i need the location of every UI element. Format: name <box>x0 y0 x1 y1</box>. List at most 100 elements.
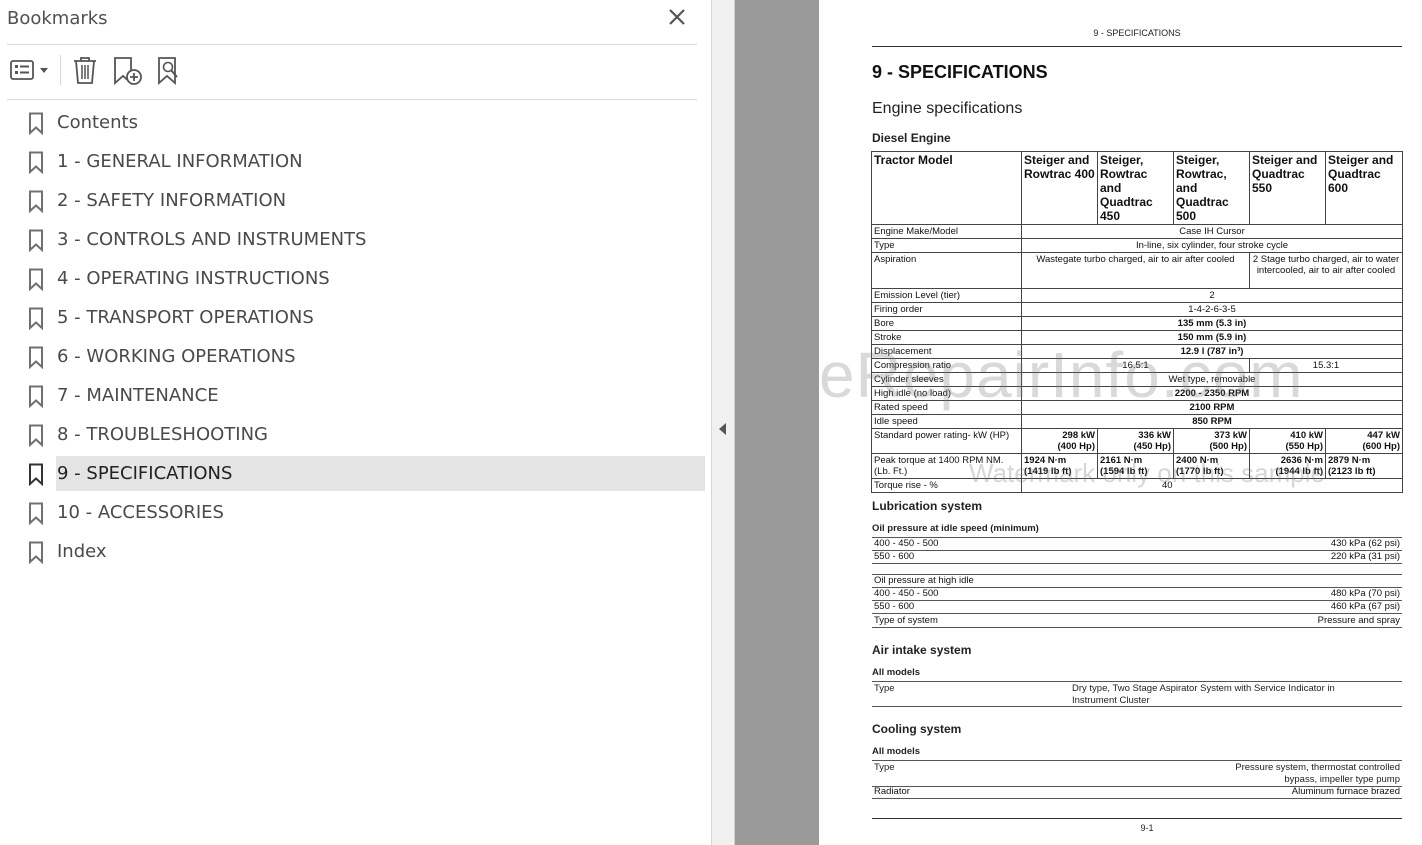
header-cell: Steiger and Quadtrac 550 <box>1249 151 1326 225</box>
spec-value: 480 kPa (70 psi) <box>1330 588 1400 599</box>
cooling-type-value: Pressure system, thermostat controlled by… <box>1119 762 1400 786</box>
bookmark-item[interactable]: Index <box>22 534 705 569</box>
bookmark-label: Contents <box>57 112 138 133</box>
bookmark-item[interactable]: Contents <box>22 105 705 140</box>
table-row: Type In-line, six cylinder, four stroke c… <box>871 238 1403 253</box>
torque-lbft: (2123 lb ft) <box>1328 466 1376 477</box>
section-title: Engine specifications <box>872 100 1023 117</box>
bookmark-item[interactable]: 5 - TRANSPORT OPERATIONS <box>22 300 705 335</box>
bookmark-label: 1 - GENERAL INFORMATION <box>57 151 303 172</box>
new-bookmark-icon[interactable] <box>111 55 145 87</box>
spec-key: Type of system <box>874 615 938 626</box>
power-hp: (400 Hp) <box>1057 441 1095 452</box>
row-label: Engine Make/Model <box>871 224 1022 239</box>
document-page[interactable]: 9 - SPECIFICATIONS 9 - SPECIFICATIONS En… <box>819 0 1422 845</box>
spec-key: 550 - 600 <box>874 551 915 562</box>
rule <box>872 681 1402 682</box>
row-label: Type <box>871 238 1022 253</box>
row-label: Emission Level (tier) <box>871 288 1022 303</box>
bookmarks-title: Bookmarks <box>7 8 108 29</box>
torque-nm: 2879 N·m <box>1328 455 1371 466</box>
bookmark-icon <box>29 502 43 525</box>
diesel-heading: Diesel Engine <box>872 131 951 145</box>
power-kw: 373 kW <box>1214 430 1247 441</box>
toolbar-separator <box>60 55 61 85</box>
bookmark-item[interactable]: 8 - TROUBLESHOOTING <box>22 417 705 452</box>
table-row: Idle speed 850 RPM <box>871 414 1403 429</box>
bookmark-icon <box>29 151 43 174</box>
spec-value: 430 kPa (62 psi) <box>1330 538 1400 549</box>
rule <box>872 706 1402 707</box>
row-value: In-line, six cylinder, four stroke cycle <box>1021 238 1403 253</box>
table-row: Bore 135 mm (5.3 in) <box>871 316 1403 331</box>
bookmarks-toolbar <box>7 45 697 100</box>
bookmark-label: 2 - SAFETY INFORMATION <box>57 190 287 211</box>
bookmark-label: 3 - CONTROLS AND INSTRUMENTS <box>57 229 367 250</box>
bookmark-item[interactable]: 1 - GENERAL INFORMATION <box>22 144 705 179</box>
row-value: 298 kW (400 Hp) <box>1021 428 1098 454</box>
table-row: Aspiration Wastegate turbo charged, air t… <box>871 252 1403 289</box>
spec-row: Oil pressure at high idle <box>872 575 1402 588</box>
air-type-line: Instrument Cluster <box>1072 695 1150 706</box>
options-menu-icon[interactable] <box>9 55 51 87</box>
row-label: Standard power rating- kW (HP) <box>871 428 1022 454</box>
bookmark-icon <box>29 346 43 369</box>
running-header: 9 - SPECIFICATIONS <box>1093 28 1181 38</box>
spec-value: 220 kPa (31 psi) <box>1330 551 1400 562</box>
bookmark-icon <box>29 307 43 330</box>
cooling-subtitle: All models <box>872 746 921 757</box>
diesel-engine-table: Tractor Model Steiger and Rowtrac 400 St… <box>871 151 1403 493</box>
row-value: 336 kW (450 Hp) <box>1097 428 1174 454</box>
header-cell: Steiger, Rowtrac and Quadtrac 450 <box>1097 151 1174 225</box>
table-row: Engine Make/Model Case IH Cursor <box>871 224 1403 239</box>
row-label: Idle speed <box>871 414 1022 429</box>
cooling-type-label: Type <box>874 762 895 773</box>
spec-key: 400 - 450 - 500 <box>874 588 939 599</box>
cooling-type-line: bypass, impeller type pump <box>1284 774 1400 785</box>
table-row: Emission Level (tier) 2 <box>871 288 1403 303</box>
bookmark-item[interactable]: 4 - OPERATING INSTRUCTIONS <box>22 261 705 296</box>
cooling-type-line: Pressure system, thermostat controlled <box>1235 762 1400 773</box>
bookmark-icon <box>29 229 43 252</box>
power-hp: (600 Hp) <box>1362 441 1400 452</box>
bookmark-label: 6 - WORKING OPERATIONS <box>57 346 296 367</box>
find-bookmark-icon[interactable] <box>155 55 185 87</box>
bookmark-item[interactable]: 10 - ACCESSORIES <box>22 495 705 530</box>
bookmark-item[interactable]: 9 - SPECIFICATIONS <box>22 456 705 491</box>
spec-key: Oil pressure at high idle <box>874 575 974 586</box>
bookmarks-panel: Bookmarks Contents 1 - GENERAL INFORMATI… <box>0 0 712 845</box>
bookmark-icon <box>29 424 43 447</box>
air-intake-title: Air intake system <box>872 643 972 657</box>
panel-splitter[interactable] <box>712 0 735 845</box>
spec-row: Type of system Pressure and spray <box>872 615 1402 628</box>
row-value: 2 Stage turbo charged, air to water inte… <box>1249 252 1403 289</box>
rule <box>872 760 1402 761</box>
spec-key: 400 - 450 - 500 <box>874 538 939 549</box>
bookmark-item[interactable]: 7 - MAINTENANCE <box>22 378 705 413</box>
header-cell: Steiger, Rowtrac, and Quadtrac 500 <box>1173 151 1250 225</box>
header-cell: Tractor Model <box>871 151 1022 225</box>
delete-bookmark-icon[interactable] <box>71 55 99 87</box>
bookmark-icon <box>29 190 43 213</box>
table-header-row: Tractor Model Steiger and Rowtrac 400 St… <box>871 151 1403 225</box>
row-label: Bore <box>871 316 1022 331</box>
spec-row: Radiator Aluminum furnace brazed <box>872 786 1402 799</box>
watermark: eRepairInfo.com <box>819 339 1304 411</box>
air-type-label: Type <box>874 683 895 694</box>
close-icon[interactable] <box>667 7 687 27</box>
collapse-arrow-icon[interactable] <box>719 423 726 435</box>
bookmark-item[interactable]: 3 - CONTROLS AND INSTRUMENTS <box>22 222 705 257</box>
bookmark-icon <box>29 463 43 486</box>
spec-row: 550 - 600 460 kPa (67 psi) <box>872 601 1402 614</box>
lubrication-title: Lubrication system <box>872 499 983 513</box>
power-kw: 410 kW <box>1290 430 1323 441</box>
bookmark-item[interactable]: 6 - WORKING OPERATIONS <box>22 339 705 374</box>
cooling-title: Cooling system <box>872 722 962 736</box>
bookmark-item[interactable]: 2 - SAFETY INFORMATION <box>22 183 705 218</box>
row-value: 135 mm (5.3 in) <box>1021 316 1403 331</box>
bookmark-label: 7 - MAINTENANCE <box>57 385 219 406</box>
spec-key: 550 - 600 <box>874 601 915 612</box>
row-value: Case IH Cursor <box>1021 224 1403 239</box>
power-kw: 298 kW <box>1062 430 1095 441</box>
bookmark-label: 4 - OPERATING INSTRUCTIONS <box>57 268 330 289</box>
